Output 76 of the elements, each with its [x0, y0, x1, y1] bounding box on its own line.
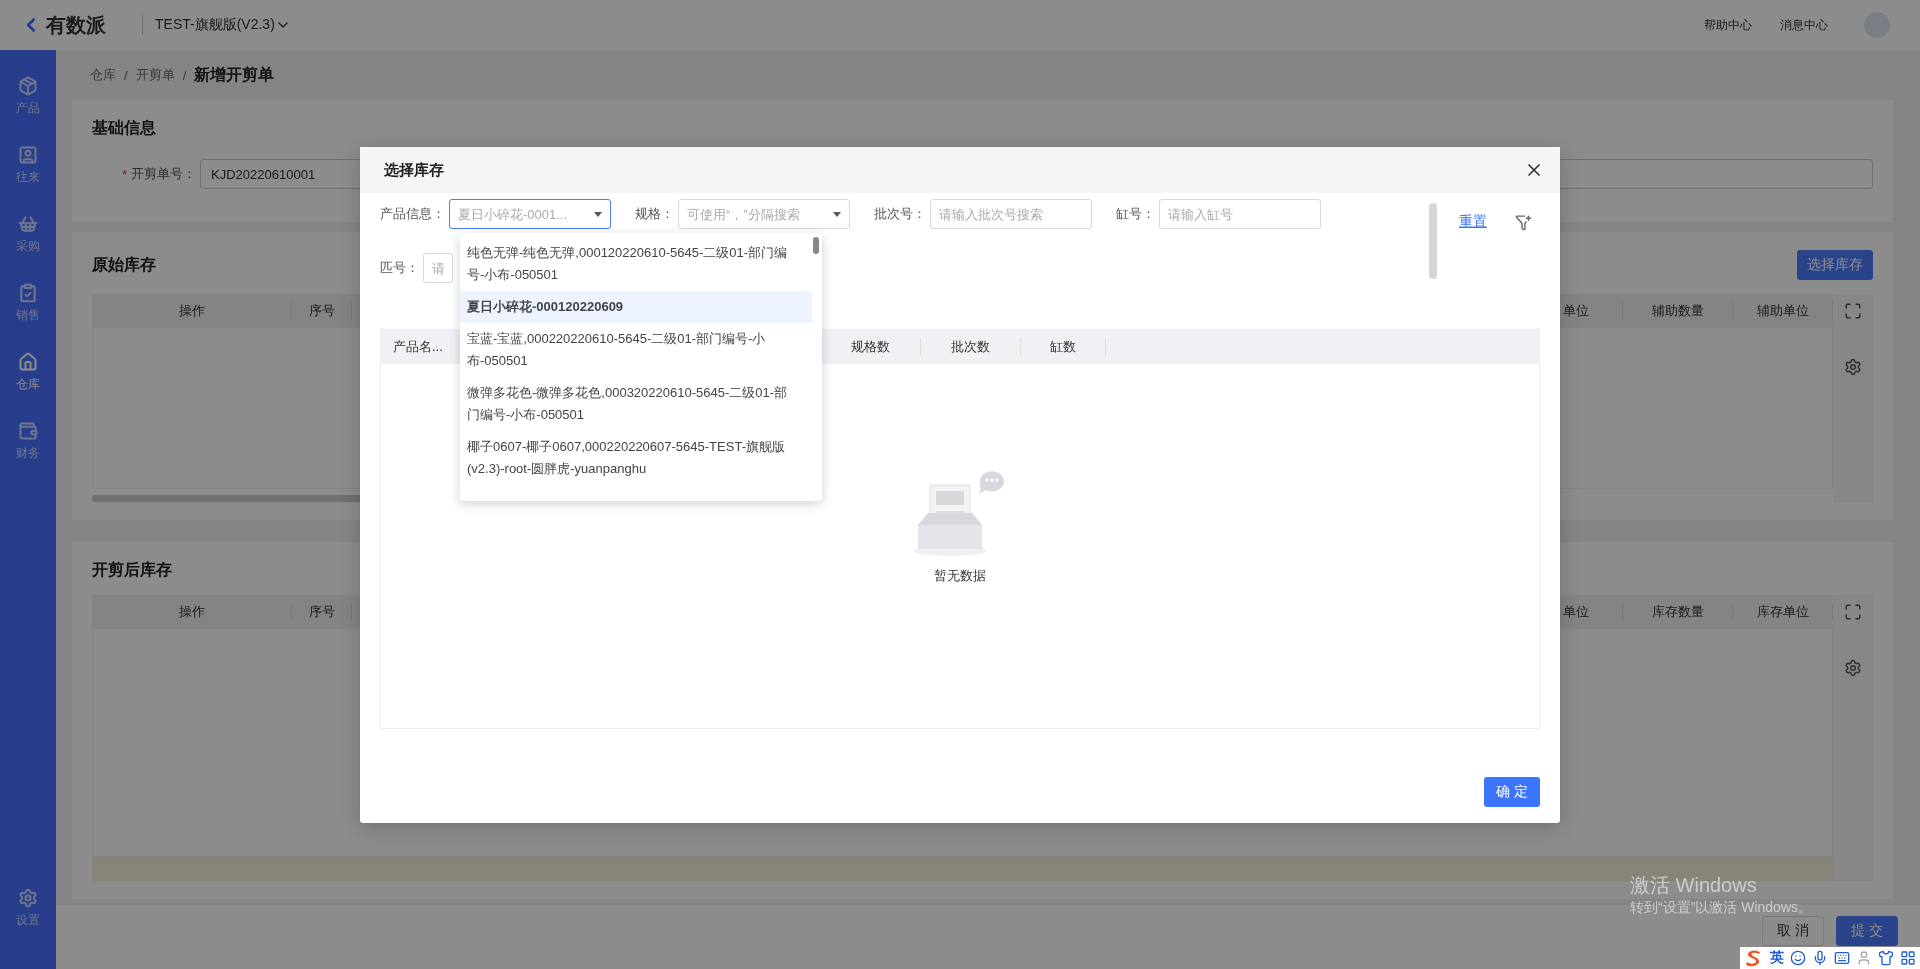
required-mark: *	[122, 166, 128, 182]
keyboard-icon[interactable]	[1834, 950, 1850, 966]
house-icon	[18, 352, 38, 372]
input-field[interactable]: 请输入缸号	[1159, 199, 1321, 229]
page-title: 新增开剪单	[194, 64, 275, 85]
empty-message: 暂无数据	[934, 567, 986, 585]
wallet-icon	[18, 421, 38, 441]
sidebar-item[interactable]: 设置	[16, 888, 40, 929]
workspace-switcher[interactable]: TEST-旗舰版(V2.3)	[155, 16, 275, 34]
column-header: 序号	[292, 302, 352, 320]
submit-button[interactable]: 提 交	[1836, 916, 1898, 946]
section-title: 原始库存	[92, 254, 156, 275]
scrollbar[interactable]	[1429, 203, 1437, 279]
header-link[interactable]: 消息中心	[1780, 16, 1828, 34]
column-header: 操作	[92, 603, 292, 621]
field-label: 批次号：	[874, 205, 926, 223]
column-header: 序号	[292, 603, 352, 621]
column-header: 操作	[92, 302, 292, 320]
section-title: 基础信息	[92, 118, 157, 138]
column-header: 产品名...	[392, 338, 444, 356]
scrollbar[interactable]	[813, 237, 819, 254]
breadcrumb-separator: /	[124, 67, 128, 83]
reset-link[interactable]: 重置	[1459, 213, 1487, 231]
contact-card-icon	[18, 145, 38, 165]
header-link[interactable]: 帮助中心	[1704, 16, 1752, 34]
microphone-icon[interactable]	[1812, 950, 1828, 966]
field-label: 规格：	[635, 205, 674, 223]
breadcrumb-link[interactable]: 仓库	[90, 66, 116, 84]
sidebar-item[interactable]: 往来	[16, 145, 40, 186]
column-header: 批次数	[921, 338, 1021, 356]
column-header: 库存数量	[1623, 603, 1733, 621]
dialog-title: 选择库存	[384, 160, 444, 180]
basket-icon	[18, 214, 38, 234]
shirt-icon[interactable]	[1878, 950, 1894, 966]
select-field[interactable]: 夏日小碎花-0001...	[449, 199, 611, 229]
filter-icon[interactable]	[1515, 213, 1532, 231]
input-mode[interactable]: 英	[1770, 949, 1784, 967]
field-label: 开剪单号：	[131, 165, 197, 183]
activation-notice: 转到“设置”以激活 Windows。	[1630, 899, 1812, 917]
field-label: 缸号：	[1116, 205, 1155, 223]
breadcrumb-separator: /	[182, 67, 187, 83]
settings-icon[interactable]	[1844, 659, 1862, 677]
sidebar-item[interactable]: 采购	[16, 214, 40, 255]
activation-notice: 激活 Windows	[1630, 873, 1758, 898]
dropdown-option[interactable]: 纯色无弹-纯色无弹,000120220610-5645-二级01-部门编号-小布-050501	[460, 237, 812, 291]
dropdown-option[interactable]: 夏日小碎花-000120220609	[460, 291, 812, 323]
grid-icon[interactable]	[1900, 950, 1916, 966]
column-header: 辅助数量	[1623, 302, 1733, 320]
sidebar-item[interactable]: 财务	[16, 421, 40, 462]
dropdown-option[interactable]: 微弹多花色-微弹多花色,000320220610-5645-二级01-部门编号-小布-050501	[460, 377, 812, 431]
settings-icon[interactable]	[1844, 358, 1862, 376]
input-field[interactable]: 请	[423, 253, 453, 283]
dropdown-option[interactable]: 椰子0607-椰子0607,000220220607-5645-TEST-旗舰版(v2.3)-root-圆胖虎-yuanpanghu	[460, 431, 812, 485]
settings-icon	[18, 888, 38, 908]
input-field[interactable]: 请输入批次号搜索	[930, 199, 1092, 229]
sidebar-item[interactable]: 产品	[16, 76, 40, 117]
confirm-button[interactable]: 确 定	[1484, 777, 1540, 807]
fullscreen-icon[interactable]	[1844, 302, 1862, 320]
sidebar-item[interactable]: 仓库	[16, 352, 40, 393]
column-header: 规格数	[821, 338, 921, 356]
dropdown-option[interactable]: 宝蓝-宝蓝,000220220610-5645-二级01-部门编号-小布-050501	[460, 323, 812, 377]
cancel-button[interactable]: 取 消	[1762, 916, 1825, 946]
field-label: 匹号：	[380, 259, 419, 277]
select-stock-button[interactable]: 选择库存	[1797, 250, 1873, 280]
field-label: 产品信息：	[380, 205, 445, 223]
section-title: 开剪后库存	[92, 560, 172, 580]
breadcrumb-link[interactable]: 开剪单	[135, 66, 175, 84]
fullscreen-icon[interactable]	[1844, 603, 1862, 621]
clipboard-check-icon	[18, 283, 38, 303]
box-icon	[18, 76, 38, 96]
smiley-icon[interactable]	[1790, 950, 1806, 966]
column-header: 缸数	[1021, 338, 1106, 356]
logo: 有数派	[46, 12, 106, 38]
caret-icon	[594, 212, 602, 217]
caret-icon	[833, 212, 841, 217]
sidebar-item[interactable]: 销售	[16, 283, 40, 324]
